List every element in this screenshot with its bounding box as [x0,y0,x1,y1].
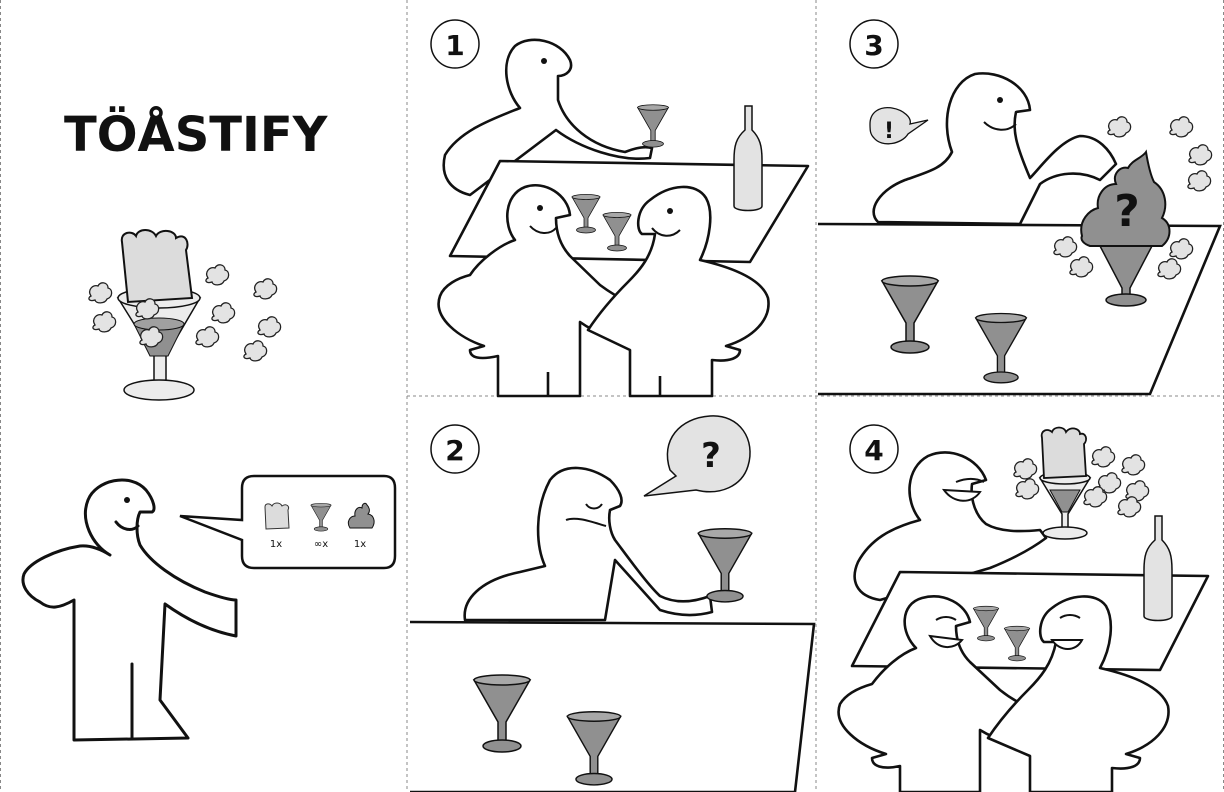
bread-slice-icon [264,502,290,530]
toast-slice [1040,426,1087,479]
svg-text:?: ? [1114,186,1140,237]
step-3-panel: 3 ! ? [817,19,1222,396]
hero-toast-glass-illustration [88,229,282,401]
step-1-panel: 1 [430,19,810,398]
toast-glass [1038,426,1092,540]
svg-text:2: 2 [445,434,464,467]
instruction-sheet: TÖÅSTIFY 1x ∞x 1x 1 2 ? 3 ! ? 4 [0,0,1224,792]
parts-list-bubble: 1x ∞x 1x [179,474,397,570]
part-qty: ∞x [314,539,328,550]
product-title: TÖÅSTIFY [64,106,329,163]
exclamation-bubble: ! [869,106,929,145]
glass [637,104,669,148]
bottle [733,105,763,212]
step-2-badge: 2 [430,424,480,474]
toast-slice [120,229,194,304]
glass [697,528,753,603]
step-1-badge: 1 [430,19,480,69]
svg-text:3: 3 [864,29,883,62]
svg-text:4: 4 [864,434,883,467]
table [817,222,1222,396]
step-4-badge: 4 [849,424,899,474]
svg-text:1: 1 [445,29,464,62]
question-bubble: ? [643,415,751,497]
excited-person [872,72,1118,226]
step-2-panel: 2 ? [409,415,816,792]
step-3-badge: 3 [849,19,899,69]
step-4-panel: 4 [837,424,1210,792]
part-qty: 1x [270,539,282,550]
bottle [1143,515,1173,622]
question-mark: ? [701,436,721,476]
part-qty: 1x [354,539,366,550]
table [409,620,816,792]
svg-text:!: ! [884,119,894,144]
